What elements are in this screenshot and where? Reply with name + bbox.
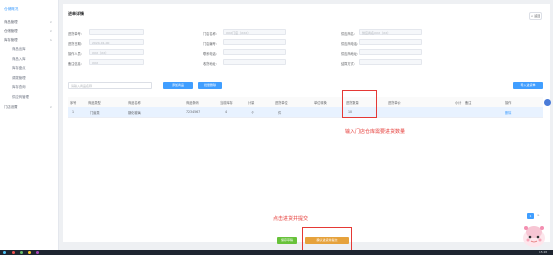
form-label: 门店名称: <box>203 32 217 36</box>
table-cell: 门窗类 <box>90 111 100 115</box>
operator-field[interactable]: XXX（XX） <box>89 49 144 55</box>
form-label: 备注信息: <box>68 62 82 66</box>
settlement-field[interactable] <box>359 59 422 65</box>
sidebar-subitem[interactable]: 调拨管理 <box>0 74 58 84</box>
table-cell: 1 <box>72 110 75 114</box>
help-float-icon[interactable] <box>544 99 551 106</box>
search-input[interactable]: 请输入商品名称 <box>68 82 152 89</box>
app-icon[interactable] <box>28 251 31 254</box>
table-header-cell: 操作 <box>505 101 512 105</box>
pager-next-icon[interactable]: > <box>537 213 540 217</box>
contact-phone-field[interactable] <box>223 49 286 55</box>
table-header-cell: 小计 <box>455 101 462 105</box>
quantity-highlight-box <box>342 90 377 118</box>
sidebar-subitem[interactable]: 库存查询 <box>0 83 58 93</box>
taskbar <box>0 250 553 255</box>
form-label: 供应商名: <box>341 32 355 36</box>
table-cell: 个 <box>251 111 255 115</box>
store-code-field[interactable] <box>223 39 286 45</box>
chevron-down-icon: ∨ <box>49 20 52 24</box>
app-icon[interactable] <box>12 251 15 254</box>
annotation-submit: 点击进货并提交 <box>273 216 309 222</box>
supplier-address-field[interactable] <box>359 49 422 55</box>
sidebar-item-inventory[interactable]: 库存管理 ∧ <box>0 36 58 45</box>
table-header-cell: 备注 <box>465 101 472 105</box>
form-label: 进货日期: <box>68 42 82 46</box>
sidebar-subitem[interactable]: 商品入库 <box>0 55 58 65</box>
delivery-address-field[interactable] <box>223 59 286 65</box>
supplier-select[interactable]: 供应商名XXX（XX） <box>359 29 422 35</box>
save-draft-button[interactable]: 保存草稿 <box>277 237 297 244</box>
sidebar-subitem[interactable]: 供应商管理 <box>0 93 58 103</box>
chevron-up-icon: ∧ <box>49 38 52 42</box>
supplier-phone-field[interactable] <box>359 39 422 45</box>
chevron-down-icon: ∨ <box>49 29 52 33</box>
pager-current[interactable]: 1 <box>527 213 534 219</box>
table-header-cell: 计量 <box>248 101 255 105</box>
table-header-cell: 商品名称 <box>128 101 141 105</box>
table-header-cell: 商品类型 <box>88 101 101 105</box>
sidebar-item-product[interactable]: 商品管理 ∨ <box>0 18 58 27</box>
table-header-cell: 商品条码 <box>186 101 199 105</box>
submit-order-button[interactable]: 确认进货并提交 <box>305 237 349 244</box>
taskbar-clock: 15:28 <box>538 250 547 254</box>
sidebar-subitem[interactable]: 库存盘点 <box>0 64 58 74</box>
sidebar-item-label: 库存管理 <box>4 38 18 42</box>
table-header-cell: 序号 <box>70 101 77 105</box>
table-cell: 钢化玻璃 <box>128 111 141 115</box>
form-label: 收货地址: <box>203 62 217 66</box>
back-button[interactable]: < 返回 <box>529 12 542 20</box>
sidebar-brand[interactable]: 仓储概况 <box>0 0 58 12</box>
order-number-field[interactable] <box>89 29 144 35</box>
sidebar: 仓储概况 商品管理 ∨ 仓储管理 ∨ 库存管理 ∧ 商品出库 商品入库 库存盘点… <box>0 0 59 255</box>
annotation-quantity: 输入门店仓库需要进货数量 <box>345 129 406 135</box>
form-label: 供应商电话: <box>341 42 359 46</box>
form-label: 结算方式: <box>341 62 355 66</box>
form-label: 操作人员: <box>68 52 82 56</box>
page-title: 进单详情 <box>68 11 84 16</box>
sidebar-item-label: 仓储管理 <box>4 29 18 33</box>
table-cell: 件 <box>278 111 282 115</box>
form-label: 进货单号: <box>68 32 82 36</box>
delete-link[interactable]: 删除 <box>505 110 511 115</box>
form-label: 门店编号: <box>203 42 217 46</box>
app-icon[interactable] <box>20 251 23 254</box>
sidebar-item-store[interactable]: 门店设置 ∨ <box>0 103 58 112</box>
mascot-icon <box>523 226 545 247</box>
import-button[interactable]: 导入进货单 <box>513 82 543 89</box>
table-header-cell: 进货单价 <box>388 101 401 105</box>
remark-field[interactable]: XXX <box>89 59 144 65</box>
chevron-down-icon: ∨ <box>49 104 52 109</box>
table-cell: 7234567 <box>186 110 201 114</box>
main-panel: 进单详情 < 返回 进货单号: 门店名称: XXX门店（XXX） 供应商名: 供… <box>63 4 550 242</box>
form-label: 供应商地址: <box>341 52 359 56</box>
table-cell: 4 <box>225 110 228 114</box>
sidebar-item-label: 门店设置 <box>4 104 18 109</box>
table-header-cell: 进货单位 <box>275 101 288 105</box>
form-label: 联系电话: <box>203 52 217 56</box>
table-header-cell: 单位转换 <box>314 101 327 105</box>
add-product-button[interactable]: 添加商品 <box>163 82 193 89</box>
table-row[interactable]: 1 门窗类 钢化玻璃 7234567 4 个 件 10 删除 <box>68 107 543 118</box>
batch-delete-button[interactable]: 批量删除 <box>198 82 222 89</box>
sidebar-subitem[interactable]: 商品出库 <box>0 45 58 55</box>
order-date-field[interactable]: 2024-01-00 <box>89 39 144 45</box>
start-icon[interactable] <box>3 251 6 254</box>
store-name-field[interactable]: XXX门店（XXX） <box>223 29 286 35</box>
app-icon[interactable] <box>36 251 39 254</box>
sidebar-item-label: 商品管理 <box>4 20 18 24</box>
sidebar-item-warehouse[interactable]: 仓储管理 ∨ <box>0 27 58 36</box>
table-header-cell: 当前库存 <box>220 101 233 105</box>
